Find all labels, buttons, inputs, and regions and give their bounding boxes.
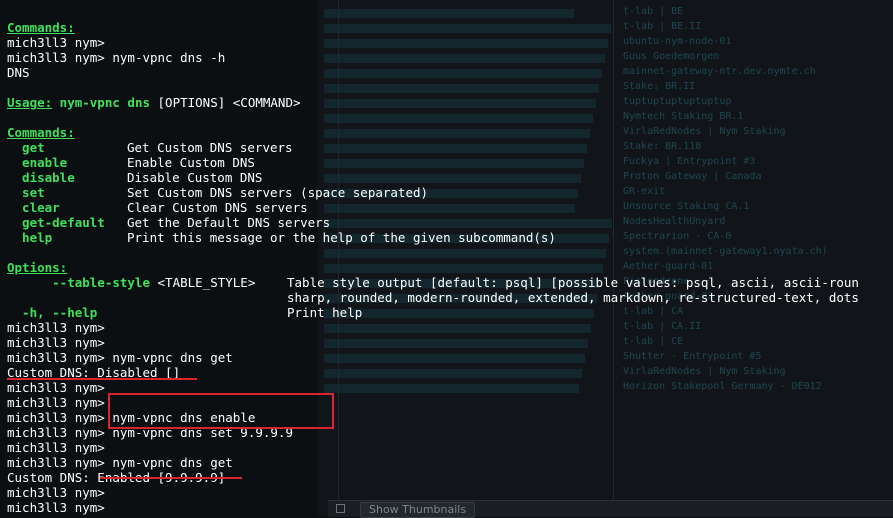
subcommand-name: clear: [7, 200, 60, 215]
subcommand-description: Enable Custom DNS: [127, 155, 255, 170]
section-heading: Commands:: [7, 125, 75, 140]
subcommand-description: Get the Default DNS servers: [127, 215, 331, 230]
terminal-line: mich3ll3 nym> nym-vpnc dns -h: [0, 50, 893, 65]
subcommand-name: get: [7, 140, 45, 155]
terminal-line: -h, --help Print help: [0, 305, 893, 320]
terminal-line: mich3ll3 nym> nym-vpnc dns get: [0, 350, 893, 365]
terminal-line: disable Disable Custom DNS: [0, 170, 893, 185]
usage-label: Usage:: [7, 95, 53, 110]
terminal-line: Options:: [0, 260, 893, 275]
subcommand-name: enable: [7, 155, 68, 170]
subcommand-description: Print this message or the help of the gi…: [127, 230, 556, 245]
subcommand-name: set: [7, 185, 45, 200]
shell-prompt: mich3ll3 nym>: [7, 500, 105, 515]
terminal-line: Commands:: [0, 20, 893, 35]
shell-prompt: mich3ll3 nym>: [7, 320, 105, 335]
option-signature: --table-style <TABLE_STYLE>: [7, 275, 287, 290]
terminal-line: --table-style <TABLE_STYLE> Table style o…: [0, 275, 893, 290]
shell-prompt: mich3ll3 nym>: [7, 380, 105, 395]
terminal-line: mich3ll3 nym>: [0, 440, 893, 455]
shell-command: nym-vpnc dns get: [104, 350, 233, 365]
output-text: DNS: [7, 65, 30, 80]
option-description: Table style output [default: psql] [poss…: [287, 275, 859, 290]
shell-command: nym-vpnc dns -h: [104, 50, 226, 65]
option-flag: -h, --help: [7, 305, 98, 320]
terminal-line: mich3ll3 nym>: [0, 485, 893, 500]
shell-prompt: mich3ll3 nym>: [7, 395, 105, 410]
option-arg: <TABLE_STYLE>: [150, 275, 256, 290]
terminal-line: DNS: [0, 65, 893, 80]
subcommand-description: Get Custom DNS servers: [127, 140, 293, 155]
terminal-line: mich3ll3 nym>: [0, 335, 893, 350]
shell-prompt: mich3ll3 nym>: [7, 440, 105, 455]
shell-prompt: mich3ll3 nym>: [7, 335, 105, 350]
terminal-line: clear Clear Custom DNS servers: [0, 200, 893, 215]
section-heading: Options:: [7, 260, 68, 275]
terminal-line: mich3ll3 nym> nym-vpnc dns get: [0, 455, 893, 470]
shell-prompt: mich3ll3 nym>: [7, 50, 105, 65]
annotation-box-enable-set: [108, 393, 334, 429]
shell-prompt: mich3ll3 nym>: [7, 455, 105, 470]
option-description: sharp, rounded, modern-rounded, extended…: [287, 290, 859, 305]
option-description: Print help: [287, 305, 363, 320]
terminal-line: mich3ll3 nym>: [0, 320, 893, 335]
option-flag: --table-style: [7, 275, 150, 290]
shell-prompt: mich3ll3 nym>: [7, 350, 105, 365]
subcommand-description: Set Custom DNS servers (space separated): [127, 185, 429, 200]
subcommand-description: Clear Custom DNS servers: [127, 200, 308, 215]
shell-prompt: mich3ll3 nym>: [7, 485, 105, 500]
terminal-line: set Set Custom DNS servers (space separat…: [0, 185, 893, 200]
terminal-line: get Get Custom DNS servers: [0, 140, 893, 155]
terminal-line: Commands:: [0, 125, 893, 140]
shell-prompt: mich3ll3 nym>: [7, 425, 105, 440]
section-heading: Commands:: [7, 20, 75, 35]
terminal-line: help Print this message or the help of th…: [0, 230, 893, 245]
shell-command: nym-vpnc dns get: [104, 455, 233, 470]
shell-prompt: mich3ll3 nym>: [7, 35, 105, 50]
terminal-line: get-default Get the Default DNS servers: [0, 215, 893, 230]
subcommand-name: help: [7, 230, 53, 245]
terminal-line: sharp, rounded, modern-rounded, extended…: [0, 290, 893, 305]
subcommand-description: Disable Custom DNS: [127, 170, 263, 185]
option-signature: -h, --help: [7, 305, 287, 320]
terminal-line: Usage: nym-vpnc dns [OPTIONS] <COMMAND>: [0, 95, 893, 110]
subcommand-name: disable: [7, 170, 75, 185]
usage-args: [OPTIONS] <COMMAND>: [150, 95, 301, 110]
shell-prompt: mich3ll3 nym>: [7, 410, 105, 425]
annotation-underline-enabled: [100, 477, 242, 479]
usage-command: nym-vpnc dns: [52, 95, 150, 110]
terminal-line: mich3ll3 nym>: [0, 500, 893, 515]
terminal-line: enable Enable Custom DNS: [0, 155, 893, 170]
subcommand-name: get-default: [7, 215, 105, 230]
annotation-underline-disabled: [7, 378, 197, 380]
terminal-line: mich3ll3 nym>: [0, 35, 893, 50]
